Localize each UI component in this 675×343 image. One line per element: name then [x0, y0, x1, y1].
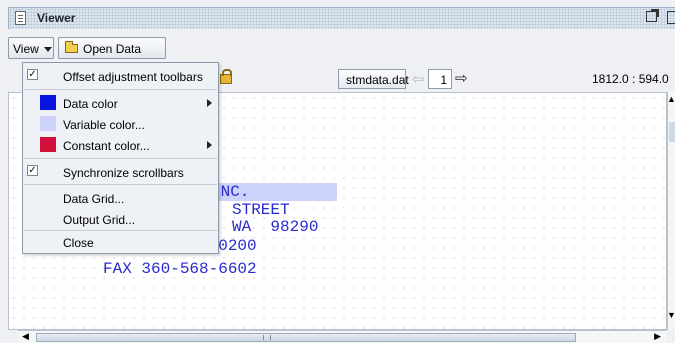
checkbox-checked-icon: ✓	[27, 69, 38, 80]
arrow-left-icon[interactable]: ⇦	[412, 70, 425, 88]
checkbox-checked-icon: ✓	[27, 165, 38, 176]
vertical-scrollbar[interactable]: ▲ ▼	[667, 92, 675, 330]
menu-item-variable-color[interactable]: Variable color...	[23, 113, 218, 135]
filename-text: stmdata.dat	[346, 73, 409, 87]
lock-icon[interactable]	[220, 69, 232, 84]
menu-item-data-color[interactable]: Data color	[23, 92, 218, 114]
open-data-button[interactable]: Open Data	[58, 37, 166, 59]
document-icon	[15, 11, 26, 25]
menu-item-label: Data color	[63, 97, 118, 111]
close-window-icon[interactable]	[667, 11, 675, 24]
menu-item-label: Close	[63, 236, 94, 250]
submenu-arrow-icon	[207, 141, 212, 149]
data-line-1: INC.	[211, 183, 337, 201]
scroll-down-icon[interactable]: ▼	[667, 310, 675, 320]
menu-item-data-grid[interactable]: Data Grid...	[23, 187, 218, 209]
filename-field[interactable]: stmdata.dat	[338, 69, 409, 89]
chevron-down-icon	[44, 47, 52, 52]
view-menu-label: View	[13, 42, 39, 56]
color-swatch-icon	[40, 116, 56, 131]
menu-item-offset-adjustment-toolbars[interactable]: ✓ Offset adjustment toolbars	[23, 65, 218, 87]
open-data-label: Open Data	[83, 42, 142, 56]
menu-item-synchronize-scrollbars[interactable]: ✓ Synchronize scrollbars	[23, 161, 218, 183]
menu-item-output-grid[interactable]: Output Grid...	[23, 208, 218, 230]
data-line-3: WA 98290	[232, 218, 319, 236]
title-bar: Viewer	[8, 7, 675, 29]
color-swatch-icon	[40, 137, 56, 152]
menu-item-close[interactable]: Close	[23, 231, 218, 253]
scroll-left-icon[interactable]: ◀	[22, 331, 29, 342]
window-title: Viewer	[37, 11, 76, 25]
vertical-scroll-thumb[interactable]	[669, 122, 675, 142]
menu-item-constant-color[interactable]: Constant color...	[23, 134, 218, 156]
menu-item-label: Variable color...	[63, 118, 145, 132]
page-number-input[interactable]: 1	[428, 69, 452, 89]
folder-icon	[65, 41, 78, 53]
cursor-coordinates: 1812.0 : 594.0	[592, 72, 669, 86]
menu-separator	[24, 184, 217, 185]
view-menu-button[interactable]: View	[8, 37, 54, 59]
color-swatch-icon	[40, 95, 56, 110]
submenu-arrow-icon	[207, 99, 212, 107]
scroll-right-icon[interactable]: ▶	[654, 331, 661, 342]
menu-item-label: Constant color...	[63, 139, 150, 153]
horizontal-scrollbar[interactable]: ◀ ▶	[18, 330, 667, 343]
scroll-up-icon[interactable]: ▲	[667, 94, 675, 104]
menu-item-label: Synchronize scrollbars	[63, 166, 184, 180]
menu-item-label: Offset adjustment toolbars	[63, 70, 203, 84]
menu-item-label: Output Grid...	[63, 213, 136, 227]
page-number-value: 1	[440, 73, 447, 87]
data-line-2: STREET	[232, 201, 290, 219]
menu-item-label: Data Grid...	[63, 192, 125, 206]
horizontal-scroll-thumb[interactable]	[36, 333, 576, 342]
menu-separator	[24, 89, 217, 90]
detach-window-icon[interactable]	[646, 9, 659, 22]
menu-separator	[24, 158, 217, 159]
view-dropdown-menu: ✓ Offset adjustment toolbars Data color …	[22, 62, 219, 254]
data-line-5: FAX 360-568-6602	[103, 260, 257, 278]
arrow-right-icon[interactable]: ⇨	[455, 69, 468, 87]
viewer-window: Viewer View Open Data stmdata.dat ⇦ 1 ⇨ …	[0, 0, 675, 343]
